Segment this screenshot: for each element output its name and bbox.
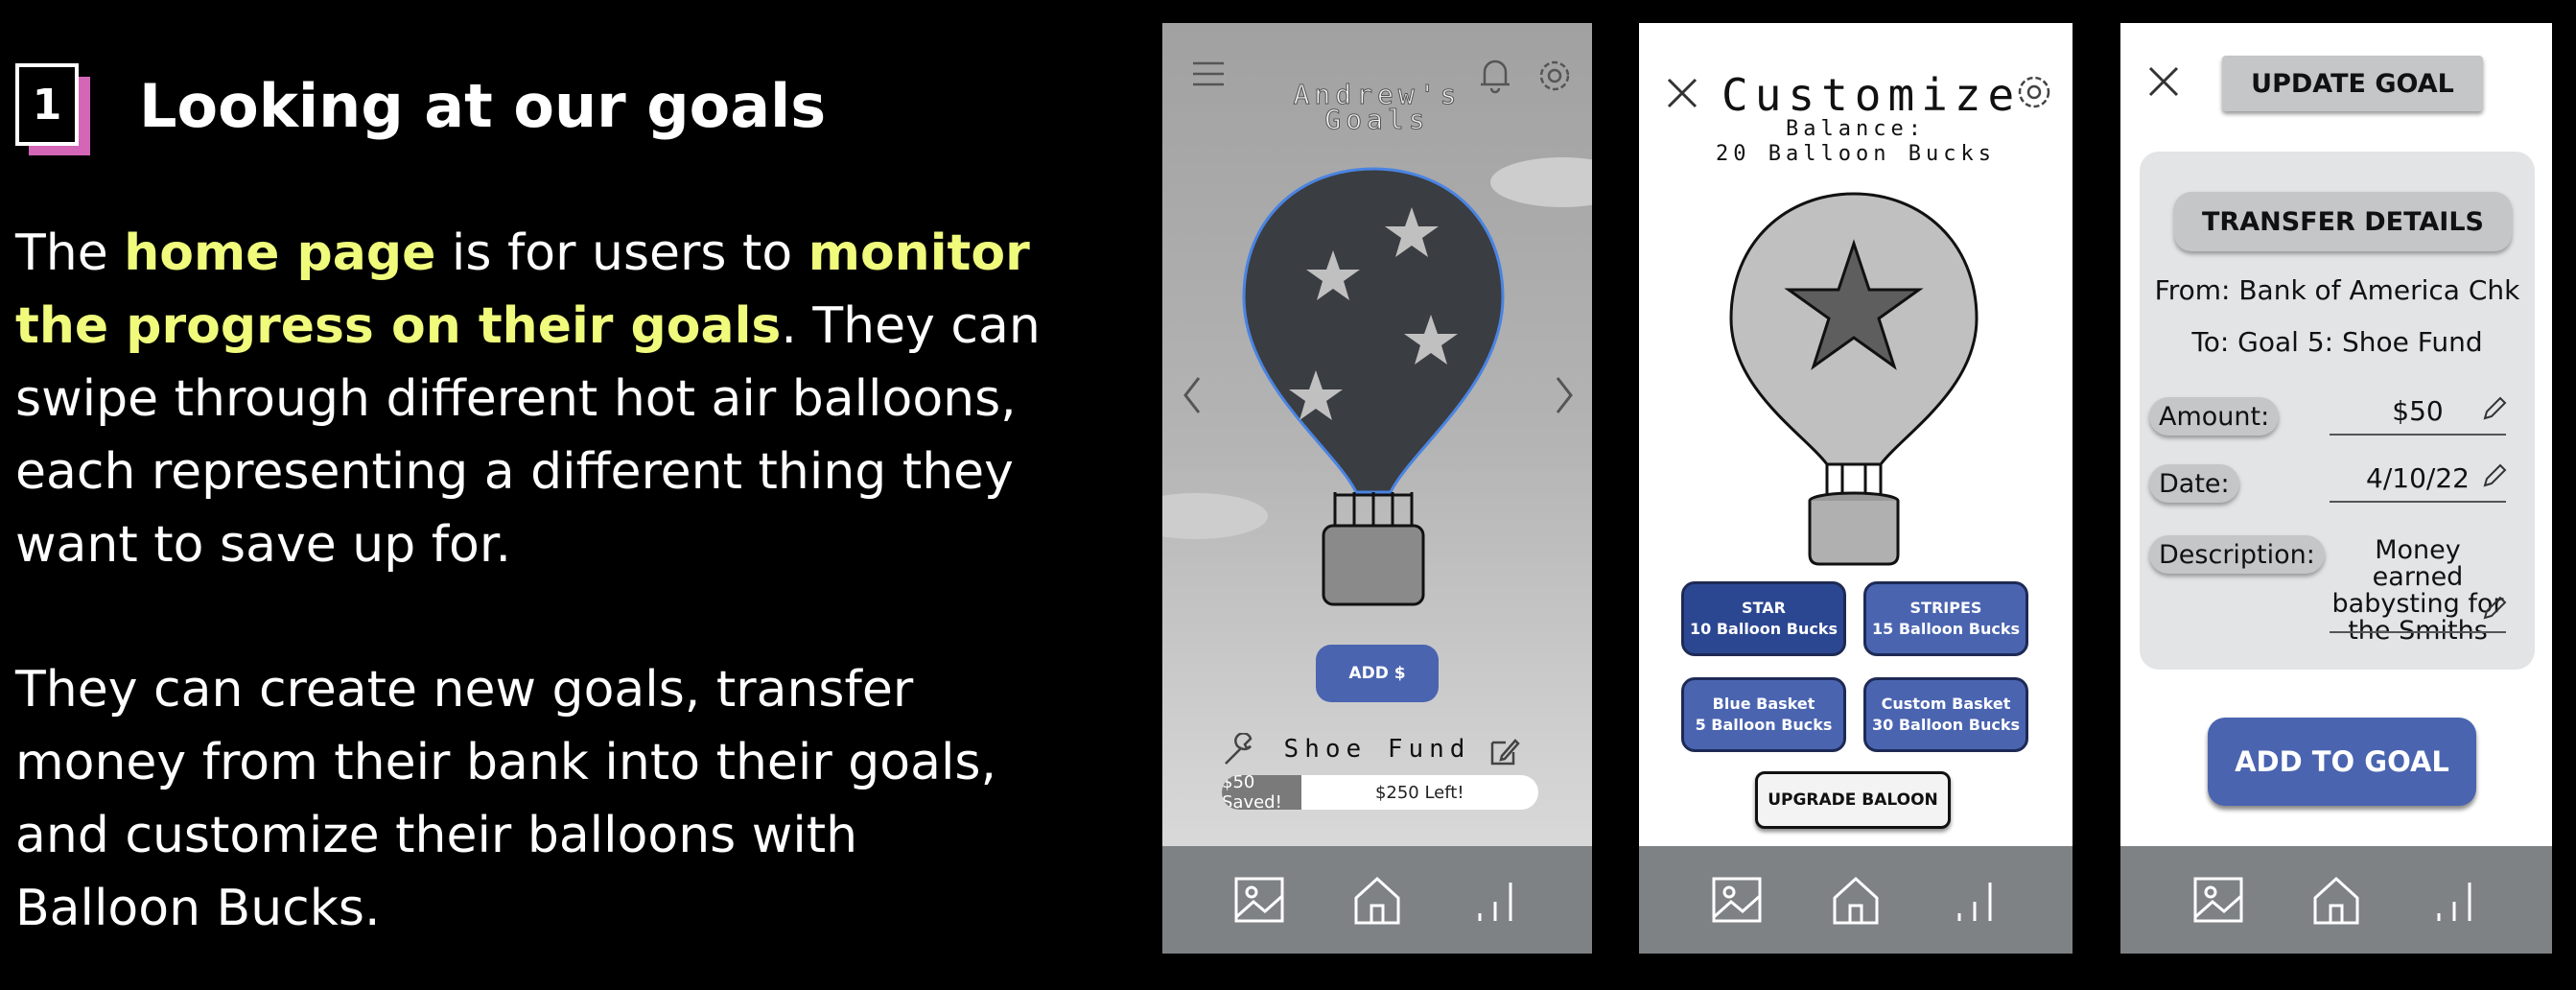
close-icon[interactable] <box>1666 77 1698 109</box>
image-icon[interactable] <box>1232 873 1286 927</box>
description-label: Description: <box>2149 535 2325 574</box>
step-number: 1 <box>15 63 79 146</box>
stats-icon[interactable] <box>1948 873 2002 927</box>
date-field[interactable]: 4/10/22 <box>2330 462 2506 494</box>
upgrade-balloon-button[interactable]: UPGRADE BALOON <box>1755 771 1951 829</box>
stats-icon[interactable] <box>2427 873 2481 927</box>
update-goal-button[interactable]: UPDATE GOAL <box>2222 56 2483 111</box>
balloon-preview <box>1729 192 1979 566</box>
chevron-right-icon[interactable] <box>1554 374 1575 416</box>
edit-date-icon[interactable] <box>2481 462 2508 489</box>
goal-name: Shoe Fund <box>1283 735 1471 764</box>
amount-label: Amount: <box>2149 397 2280 436</box>
image-icon[interactable] <box>1710 873 1764 927</box>
home-screen: Andrew's Goals ADD $ Shoe Fund $50 Saved… <box>1162 23 1592 954</box>
description-paragraph-2: They can create new goals, transfer mone… <box>15 661 997 937</box>
description-paragraph-1: The home page is for users to monitor th… <box>15 224 1041 574</box>
description-field[interactable]: Money earned babysting for the Smiths <box>2330 537 2506 645</box>
option-custom-basket-button[interactable]: Custom Basket 30 Balloon Bucks <box>1863 677 2028 752</box>
remaining-amount: $250 Left! <box>1374 782 1464 803</box>
option-star-button[interactable]: STAR 10 Balloon Bucks <box>1681 581 1846 656</box>
add-to-goal-button[interactable]: ADD TO GOAL <box>2208 718 2476 806</box>
edit-amount-icon[interactable] <box>2481 395 2508 422</box>
option-blue-basket-button[interactable]: Blue Basket 5 Balloon Bucks <box>1681 677 1846 752</box>
edit-icon[interactable] <box>1488 735 1521 767</box>
date-label: Date: <box>2149 464 2239 503</box>
customize-screen: Customize Balance: 20 Balloon Bucks STAR… <box>1639 23 2073 954</box>
amount-field[interactable]: $50 <box>2330 395 2506 427</box>
image-icon[interactable] <box>2191 873 2245 927</box>
home-icon[interactable] <box>2309 873 2363 927</box>
edit-description-icon[interactable] <box>2481 595 2508 622</box>
balloon-image[interactable] <box>1229 161 1517 612</box>
option-stripes-button[interactable]: STRIPES 15 Balloon Bucks <box>1863 581 2028 656</box>
slide-heading: Looking at our goals <box>139 71 827 141</box>
chevron-left-icon[interactable] <box>1182 374 1203 416</box>
close-icon[interactable] <box>2147 65 2180 98</box>
add-money-button[interactable]: ADD $ <box>1316 645 1439 702</box>
from-account: From: Bank of America Chk <box>2154 274 2520 306</box>
to-goal: To: Goal 5: Shoe Fund <box>2191 326 2483 358</box>
home-icon[interactable] <box>1350 873 1404 927</box>
transfer-details-header[interactable]: TRANSFER DETAILS <box>2174 192 2512 251</box>
page-title: Andrew's Goals <box>1293 79 1462 135</box>
bottom-nav <box>1162 846 1592 954</box>
gear-icon[interactable] <box>2013 71 2055 113</box>
saved-amount: $50 Saved! <box>1222 775 1301 810</box>
balance-display: Balance: 20 Balloon Bucks <box>1716 117 1996 166</box>
goal-progress-bar: $50 Saved! $250 Left! <box>1222 775 1538 810</box>
bottom-nav <box>1639 846 2073 954</box>
home-icon[interactable] <box>1829 873 1883 927</box>
bottom-nav <box>2120 846 2552 954</box>
step-badge: 1 <box>15 63 90 155</box>
page-title: Customize <box>1721 69 2022 121</box>
update-goal-screen: UPDATE GOAL TRANSFER DETAILS From: Bank … <box>2120 23 2552 954</box>
stats-icon[interactable] <box>1468 873 1522 927</box>
